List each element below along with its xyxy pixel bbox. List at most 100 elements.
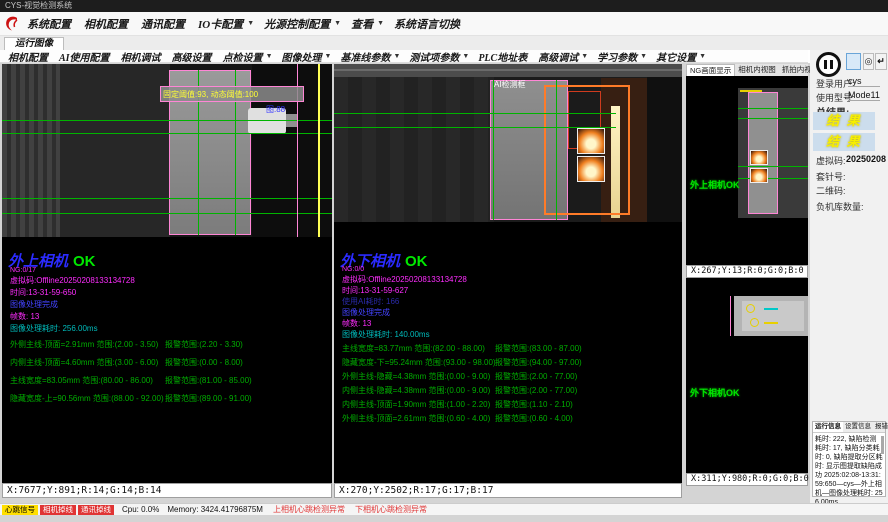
roi-line (730, 296, 731, 336)
machine-structure (60, 64, 170, 237)
tool-advanced-debug[interactable]: 高级调试 (538, 49, 578, 64)
dropdown-arrow-icon: ▼ (377, 20, 384, 27)
elapsed-line: 图像处理耗时: 256.00ms (10, 323, 98, 334)
menu-camera-config[interactable]: 相机配置 (84, 16, 128, 32)
camera-view-upper: 固定阈值:93, 动态阈值:100 图:88 外上相机OK NG:0/17 虚拟… (2, 64, 332, 483)
pause-button[interactable] (816, 52, 841, 77)
frame-count-line: 帧数: 13 (10, 311, 39, 322)
annotation-mark (740, 90, 762, 92)
login-user-value: cys (848, 76, 880, 87)
window-title: CYS-视觉检测系统 (5, 1, 72, 10)
time-line: 时间:13-31-59-650 (10, 287, 76, 298)
tool-camera-config[interactable]: 相机配置 (8, 49, 48, 64)
thumb-tab-ng-display[interactable]: NG画面显示 (686, 64, 735, 76)
time-line: 时间:13-31-59-627 (342, 285, 408, 296)
measurement-value: 主线宽度=83.77mm 范围:(82.00 - 88.00) (342, 343, 485, 354)
toolbar: 相机配置 AI使用配置 相机调试 高级设置 点检设置 ▼ 图像处理 ▼ 基准线参… (0, 50, 808, 63)
tool-test-params[interactable]: 测试项参数 (409, 49, 459, 64)
menu-view[interactable]: 查看 (351, 16, 373, 32)
annotation-mark (764, 322, 778, 324)
pixel-status-lower: X:270;Y:2502;R:17;G:17;B:17 (334, 483, 682, 498)
info-tab-settings[interactable]: 设置信息 (843, 422, 873, 432)
measure-line (334, 127, 616, 128)
app-window: CYS-视觉检测系统 系统配置 相机配置 通讯配置 IO卡配置 ▼ 光源控制配置… (0, 0, 888, 522)
tool-plc-table[interactable]: PLC地址表 (478, 49, 527, 64)
thumb-image (738, 88, 808, 218)
dropdown-arrow-icon: ▼ (393, 53, 400, 60)
memory-usage: Memory: 3424.41796875M (167, 505, 263, 514)
thumb-result-label: 外下相机OK (690, 386, 740, 399)
tool-ai-config[interactable]: AI使用配置 (59, 49, 110, 64)
menu-comm-config[interactable]: 通讯配置 (141, 16, 185, 32)
upper-camera-warning: 上相机心跳检测异常 (273, 504, 345, 515)
annotation-circle (750, 318, 759, 327)
alarm-range: 报警范围:(83.00 - 87.00) (495, 343, 582, 354)
frame-count-line: 帧数: 13 (342, 318, 371, 329)
lower-camera-warning: 下相机心跳检测异常 (355, 504, 427, 515)
thumb-view-upper: 外上相机OK (686, 76, 808, 265)
dropdown-arrow-icon: ▼ (640, 53, 647, 60)
dropdown-arrow-icon: ▼ (334, 20, 341, 27)
info-tab-errors[interactable]: 报错信息 (873, 422, 888, 432)
info-panel: 运行信息 设置信息 报错信息 耗时: 222, 缺陷检测耗时: 17, 缺陷分类… (812, 421, 886, 497)
thumb-tab-camera-inner[interactable]: 相机内视图 (735, 64, 779, 76)
measure-line (2, 213, 332, 214)
measurement-value: 外侧主线-顶面=2.91mm 范围:(2.00 - 3.50) (10, 339, 158, 350)
measure-line (2, 133, 332, 134)
qr-label: 二维码: (816, 184, 846, 197)
menu-system-config[interactable]: 系统配置 (27, 16, 71, 32)
process-done-line: 图像处理完成 (10, 299, 58, 310)
target-button[interactable]: ◎ (863, 53, 874, 70)
alarm-range: 报警范围:(89.00 - 91.00) (165, 393, 252, 404)
ai-time-line: 使用AI耗时: 166 (342, 296, 399, 307)
overlay-note: 图:88 (266, 104, 285, 115)
dropdown-arrow-icon: ▼ (247, 20, 254, 27)
measure-line (738, 118, 808, 119)
dropdown-arrow-icon: ▼ (462, 53, 469, 60)
tool-image-process[interactable]: 图像处理 (282, 49, 322, 64)
brand-logo-icon (4, 15, 21, 32)
tool-other-settings[interactable]: 其它设置 (656, 49, 696, 64)
defect-snapshot (577, 128, 605, 154)
menu-language-switch[interactable]: 系统语言切换 (394, 16, 460, 32)
alarm-range: 报警范围:(2.00 - 77.00) (495, 385, 577, 396)
camera-image-lower: AI检测框 (334, 64, 682, 222)
measure-line (556, 80, 557, 220)
status-bar: 心跳信号 相机掉线 通讯掉线 Cpu: 0.0% Memory: 3424.41… (0, 503, 888, 515)
menu-light-config[interactable]: 光源控制配置 (264, 16, 330, 32)
window-titlebar: CYS-视觉检测系统 (0, 0, 888, 12)
camera-image-upper: 固定阈值:93, 动态阈值:100 图:88 (2, 64, 332, 237)
dropdown-arrow-icon: ▼ (266, 53, 273, 60)
measurement-value: 内侧主线-顶面=4.60mm 范围:(3.00 - 6.00) (10, 357, 158, 368)
pixel-status-thumb-lower: X:311;Y:980;R:0;G:0;B:0 (686, 473, 808, 486)
defect-snapshot (750, 150, 768, 165)
tool-baseline-params[interactable]: 基准线参数 (340, 49, 390, 64)
tool-camera-debug[interactable]: 相机调试 (121, 49, 161, 64)
info-tab-run[interactable]: 运行信息 (813, 422, 843, 432)
info-log-text: 耗时: 222, 缺陷检测耗时: 17, 缺陷分类耗时: 0, 缺陷提取分区耗时… (813, 433, 885, 509)
comm-offline-badge: 通讯掉线 (78, 505, 114, 515)
ai-box-label: AI检测框 (494, 79, 526, 90)
threshold-overlay: 固定阈值:93, 动态阈值:100 (160, 86, 304, 102)
alarm-range: 报警范围:(0.60 - 4.00) (495, 413, 573, 424)
measurement-value: 内侧主线-顶面=1.90mm 范围:(1.00 - 2.20) (342, 399, 490, 410)
ng-counter: NG:0/0 (342, 266, 364, 273)
heartbeat-badge: 心跳信号 (2, 505, 38, 515)
tool-advanced-settings[interactable]: 高级设置 (172, 49, 212, 64)
alarm-range: 报警范围:(2.20 - 3.30) (165, 339, 243, 350)
exit-button[interactable]: ↵ (875, 53, 887, 70)
machine-structure (334, 77, 494, 222)
alarm-range: 报警范围:(2.00 - 77.00) (495, 371, 577, 382)
tool-learn-params[interactable]: 学习参数 (597, 49, 637, 64)
cpu-usage: Cpu: 0.0% (122, 505, 159, 514)
camera-view-lower: AI检测框 外下相机OK NG:0/0 虚拟码:Offline202502081… (334, 64, 682, 483)
measurement-value: 主线宽度=83.05mm 范围:(80.00 - 86.00) (10, 375, 153, 386)
measure-line (493, 80, 494, 220)
pixel-status-thumb-upper: X:267;Y:13;R:0;G:0;B:0 (686, 265, 808, 278)
result-ok: OK (73, 253, 96, 270)
tool-spot-check[interactable]: 点检设置 (223, 49, 263, 64)
thumb-image (734, 296, 808, 336)
user-button[interactable] (846, 53, 861, 70)
info-scrollbar[interactable] (881, 436, 884, 454)
menu-io-config[interactable]: IO卡配置 (198, 16, 243, 32)
